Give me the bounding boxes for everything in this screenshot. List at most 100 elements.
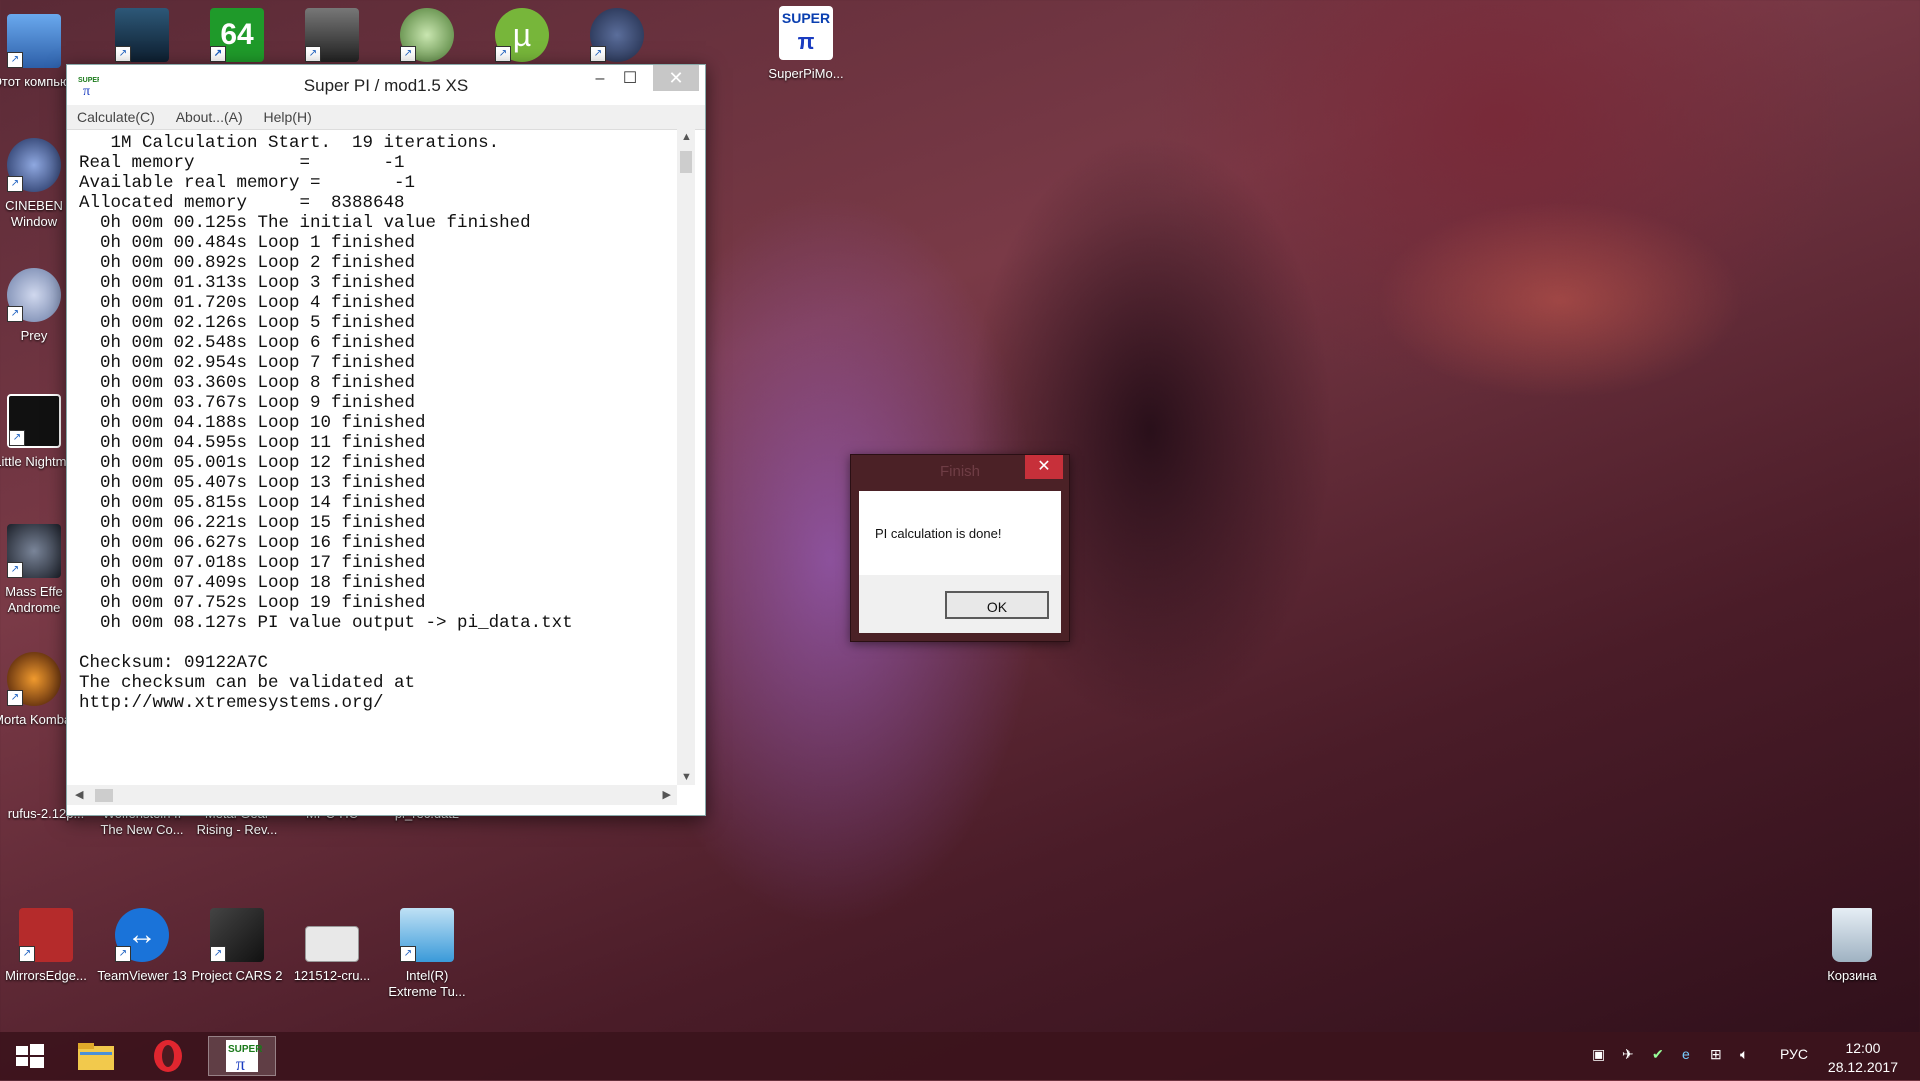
taskbar: SUPER π ▣ ✈ ✔ e ⊞ 🔈︎ РУС 12:00 28.12.2017: [0, 1032, 1920, 1080]
scroll-up-icon[interactable]: ▲: [681, 131, 692, 143]
desktop-icon-document[interactable]: 121512-cru...: [286, 908, 378, 984]
computer-icon: ↗: [7, 14, 61, 68]
desktop-icon-recycle-bin[interactable]: Корзина: [1806, 908, 1898, 984]
console-line: 0h 00m 00.484s Loop 1 finished: [100, 233, 416, 253]
nfs-mw-icon: ↗: [305, 8, 359, 62]
clock[interactable]: 12:00 28.12.2017: [1828, 1039, 1898, 1077]
console-line: 0h 00m 05.815s Loop 14 finished: [100, 493, 426, 513]
console-line: 0h 00m 07.018s Loop 17 finished: [100, 553, 426, 573]
mortal-kombat-icon: ↗: [7, 652, 61, 706]
little-nightmares-icon: ↗: [7, 394, 61, 448]
desktop-icon-nfs[interactable]: ↗: [96, 8, 188, 68]
console-line: 0h 00m 08.127s PI value output -> pi_dat…: [100, 613, 573, 633]
scroll-left-icon[interactable]: ◀: [75, 788, 83, 801]
menu-bar: Calculate(C) About...(A) Help(H): [67, 105, 705, 130]
console-line: 0h 00m 02.548s Loop 6 finished: [100, 333, 416, 353]
console-line: 0h 00m 02.126s Loop 5 finished: [100, 313, 416, 333]
console-output: 1M Calculation Start. 19 iterations. Rea…: [79, 133, 677, 787]
desktop-icon-label: 121512-cru...: [293, 968, 371, 983]
console-line: Real memory = -1: [79, 153, 405, 173]
window-titlebar[interactable]: SUPERπ Super PI / mod1.5 XS – ☐ ✕: [67, 65, 705, 105]
desktop-icon-label: SuperPiMo...: [768, 66, 844, 81]
tray-volume-icon[interactable]: 🔈︎: [1740, 1046, 1748, 1063]
mirrors-edge-icon: ↗: [19, 908, 73, 962]
console-line: Allocated memory = 8388648: [79, 193, 405, 213]
prey-icon: ↗: [7, 268, 61, 322]
console-line: 0h 00m 06.627s Loop 16 finished: [100, 533, 426, 553]
horizontal-scrollbar[interactable]: ◀ ▶: [67, 785, 677, 805]
teamviewer-icon: ↔ ↗: [115, 908, 169, 962]
vertical-scrollbar[interactable]: ▲ ▼: [677, 129, 695, 785]
minimize-button[interactable]: –: [585, 69, 615, 91]
console-line: 0h 00m 05.001s Loop 12 finished: [100, 453, 426, 473]
console-line: 0h 00m 02.954s Loop 7 finished: [100, 353, 416, 373]
file-explorer-icon[interactable]: [66, 1036, 126, 1076]
intel-xtu-icon: ↗: [400, 908, 454, 962]
maximize-button[interactable]: ☐: [615, 69, 645, 91]
vertical-scroll-thumb[interactable]: [680, 151, 692, 173]
desktop-icon-teamviewer[interactable]: ↔ ↗ TeamViewer 13: [96, 908, 188, 984]
opera-icon[interactable]: [138, 1036, 198, 1076]
desktop-icon-spiral[interactable]: ↗: [571, 8, 663, 68]
dialog-footer: OK: [859, 575, 1061, 633]
clock-time: 12:00: [1845, 1040, 1881, 1056]
menu-help[interactable]: Help(H): [264, 105, 312, 129]
dialog-message: PI calculation is done!: [875, 526, 1002, 541]
console-line: 0h 00m 04.595s Loop 11 finished: [100, 433, 426, 453]
menu-about[interactable]: About...(A): [176, 105, 243, 129]
scroll-down-icon[interactable]: ▼: [681, 771, 692, 783]
desktop-icon-superpi[interactable]: SUPER π SuperPiMo...: [760, 6, 852, 82]
menu-calculate[interactable]: Calculate(C): [77, 105, 155, 129]
desktop-icon-utorrent[interactable]: µ ↗: [476, 8, 568, 68]
desktop-icon-xbox[interactable]: ↗: [381, 8, 473, 68]
desktop-icon-project-cars[interactable]: ↗ Project CARS 2: [191, 908, 283, 984]
console-line: 0h 00m 01.720s Loop 4 finished: [100, 293, 416, 313]
console-line: 0h 00m 00.125s The initial value finishe…: [100, 213, 531, 233]
tray-edge-icon[interactable]: e: [1682, 1046, 1690, 1062]
desktop-icon-label: Project CARS 2: [191, 968, 283, 983]
console-line: 0h 00m 05.407s Loop 13 finished: [100, 473, 426, 493]
utorrent-icon: µ ↗: [495, 8, 549, 62]
clock-date: 28.12.2017: [1827, 1059, 1898, 1075]
superpi-icon: SUPER π: [779, 6, 833, 60]
dialog-body: PI calculation is done!: [859, 491, 1061, 575]
horizontal-scroll-thumb[interactable]: [95, 789, 113, 802]
ok-button[interactable]: OK: [945, 591, 1049, 619]
xbox-icon: ↗: [400, 8, 454, 62]
tray-antivirus-icon[interactable]: ✈: [1622, 1046, 1634, 1063]
console-line: 0h 00m 04.188s Loop 10 finished: [100, 413, 426, 433]
console-line: 1M Calculation Start. 19 iterations.: [110, 133, 500, 153]
windows-start-icon[interactable]: [0, 1036, 60, 1076]
language-indicator[interactable]: РУС: [1780, 1046, 1808, 1062]
desktop-icon-label: Intel(R) Extreme Tu...: [388, 968, 466, 999]
spiral-icon: ↗: [590, 8, 644, 62]
dialog-close-button[interactable]: ✕: [1025, 455, 1063, 479]
console-line: 0h 00m 00.892s Loop 2 finished: [100, 253, 416, 273]
svg-text:SUPER: SUPER: [228, 1044, 263, 1055]
console-text: 1M Calculation Start. 19 iterations. Rea…: [79, 133, 677, 713]
scroll-right-icon[interactable]: ▶: [663, 788, 671, 801]
desktop-icon-nfs-mw[interactable]: ↗: [286, 8, 378, 68]
desktop-icon-label: TeamViewer 13: [97, 968, 187, 983]
console-line: 0h 00m 07.752s Loop 19 finished: [100, 593, 426, 613]
console-line: Available real memory = -1: [79, 173, 416, 193]
aida64-icon: 64 ↗: [210, 8, 264, 62]
console-line: 0h 00m 01.313s Loop 3 finished: [100, 273, 416, 293]
console-line: 0h 00m 03.767s Loop 9 finished: [100, 393, 416, 413]
superpi-taskbar-icon[interactable]: SUPER π: [208, 1036, 276, 1076]
project-cars-icon: ↗: [210, 908, 264, 962]
superpi-window: SUPERπ Super PI / mod1.5 XS – ☐ ✕ Calcul…: [66, 64, 706, 816]
console-line: 0h 00m 06.221s Loop 15 finished: [100, 513, 426, 533]
finish-dialog: Finish ✕ PI calculation is done! OK: [850, 454, 1070, 642]
tray-security-icon[interactable]: ✔: [1652, 1046, 1664, 1063]
svg-text:π: π: [236, 1054, 245, 1074]
desktop-icon-mirrors-edge[interactable]: ↗ MirrorsEdge...: [0, 908, 92, 984]
cinebench-icon: ↗: [7, 138, 61, 192]
console-line: 0h 00m 03.360s Loop 8 finished: [100, 373, 416, 393]
desktop-icon-aida64[interactable]: 64 ↗: [191, 8, 283, 68]
tray-ethernet-icon[interactable]: ⊞: [1710, 1046, 1722, 1063]
close-button[interactable]: ✕: [653, 65, 699, 91]
tray-network-icon[interactable]: ▣: [1592, 1046, 1605, 1063]
console-line: http://www.xtremesystems.org/: [79, 693, 384, 713]
desktop-icon-intel-xtu[interactable]: ↗ Intel(R) Extreme Tu...: [381, 908, 473, 1000]
